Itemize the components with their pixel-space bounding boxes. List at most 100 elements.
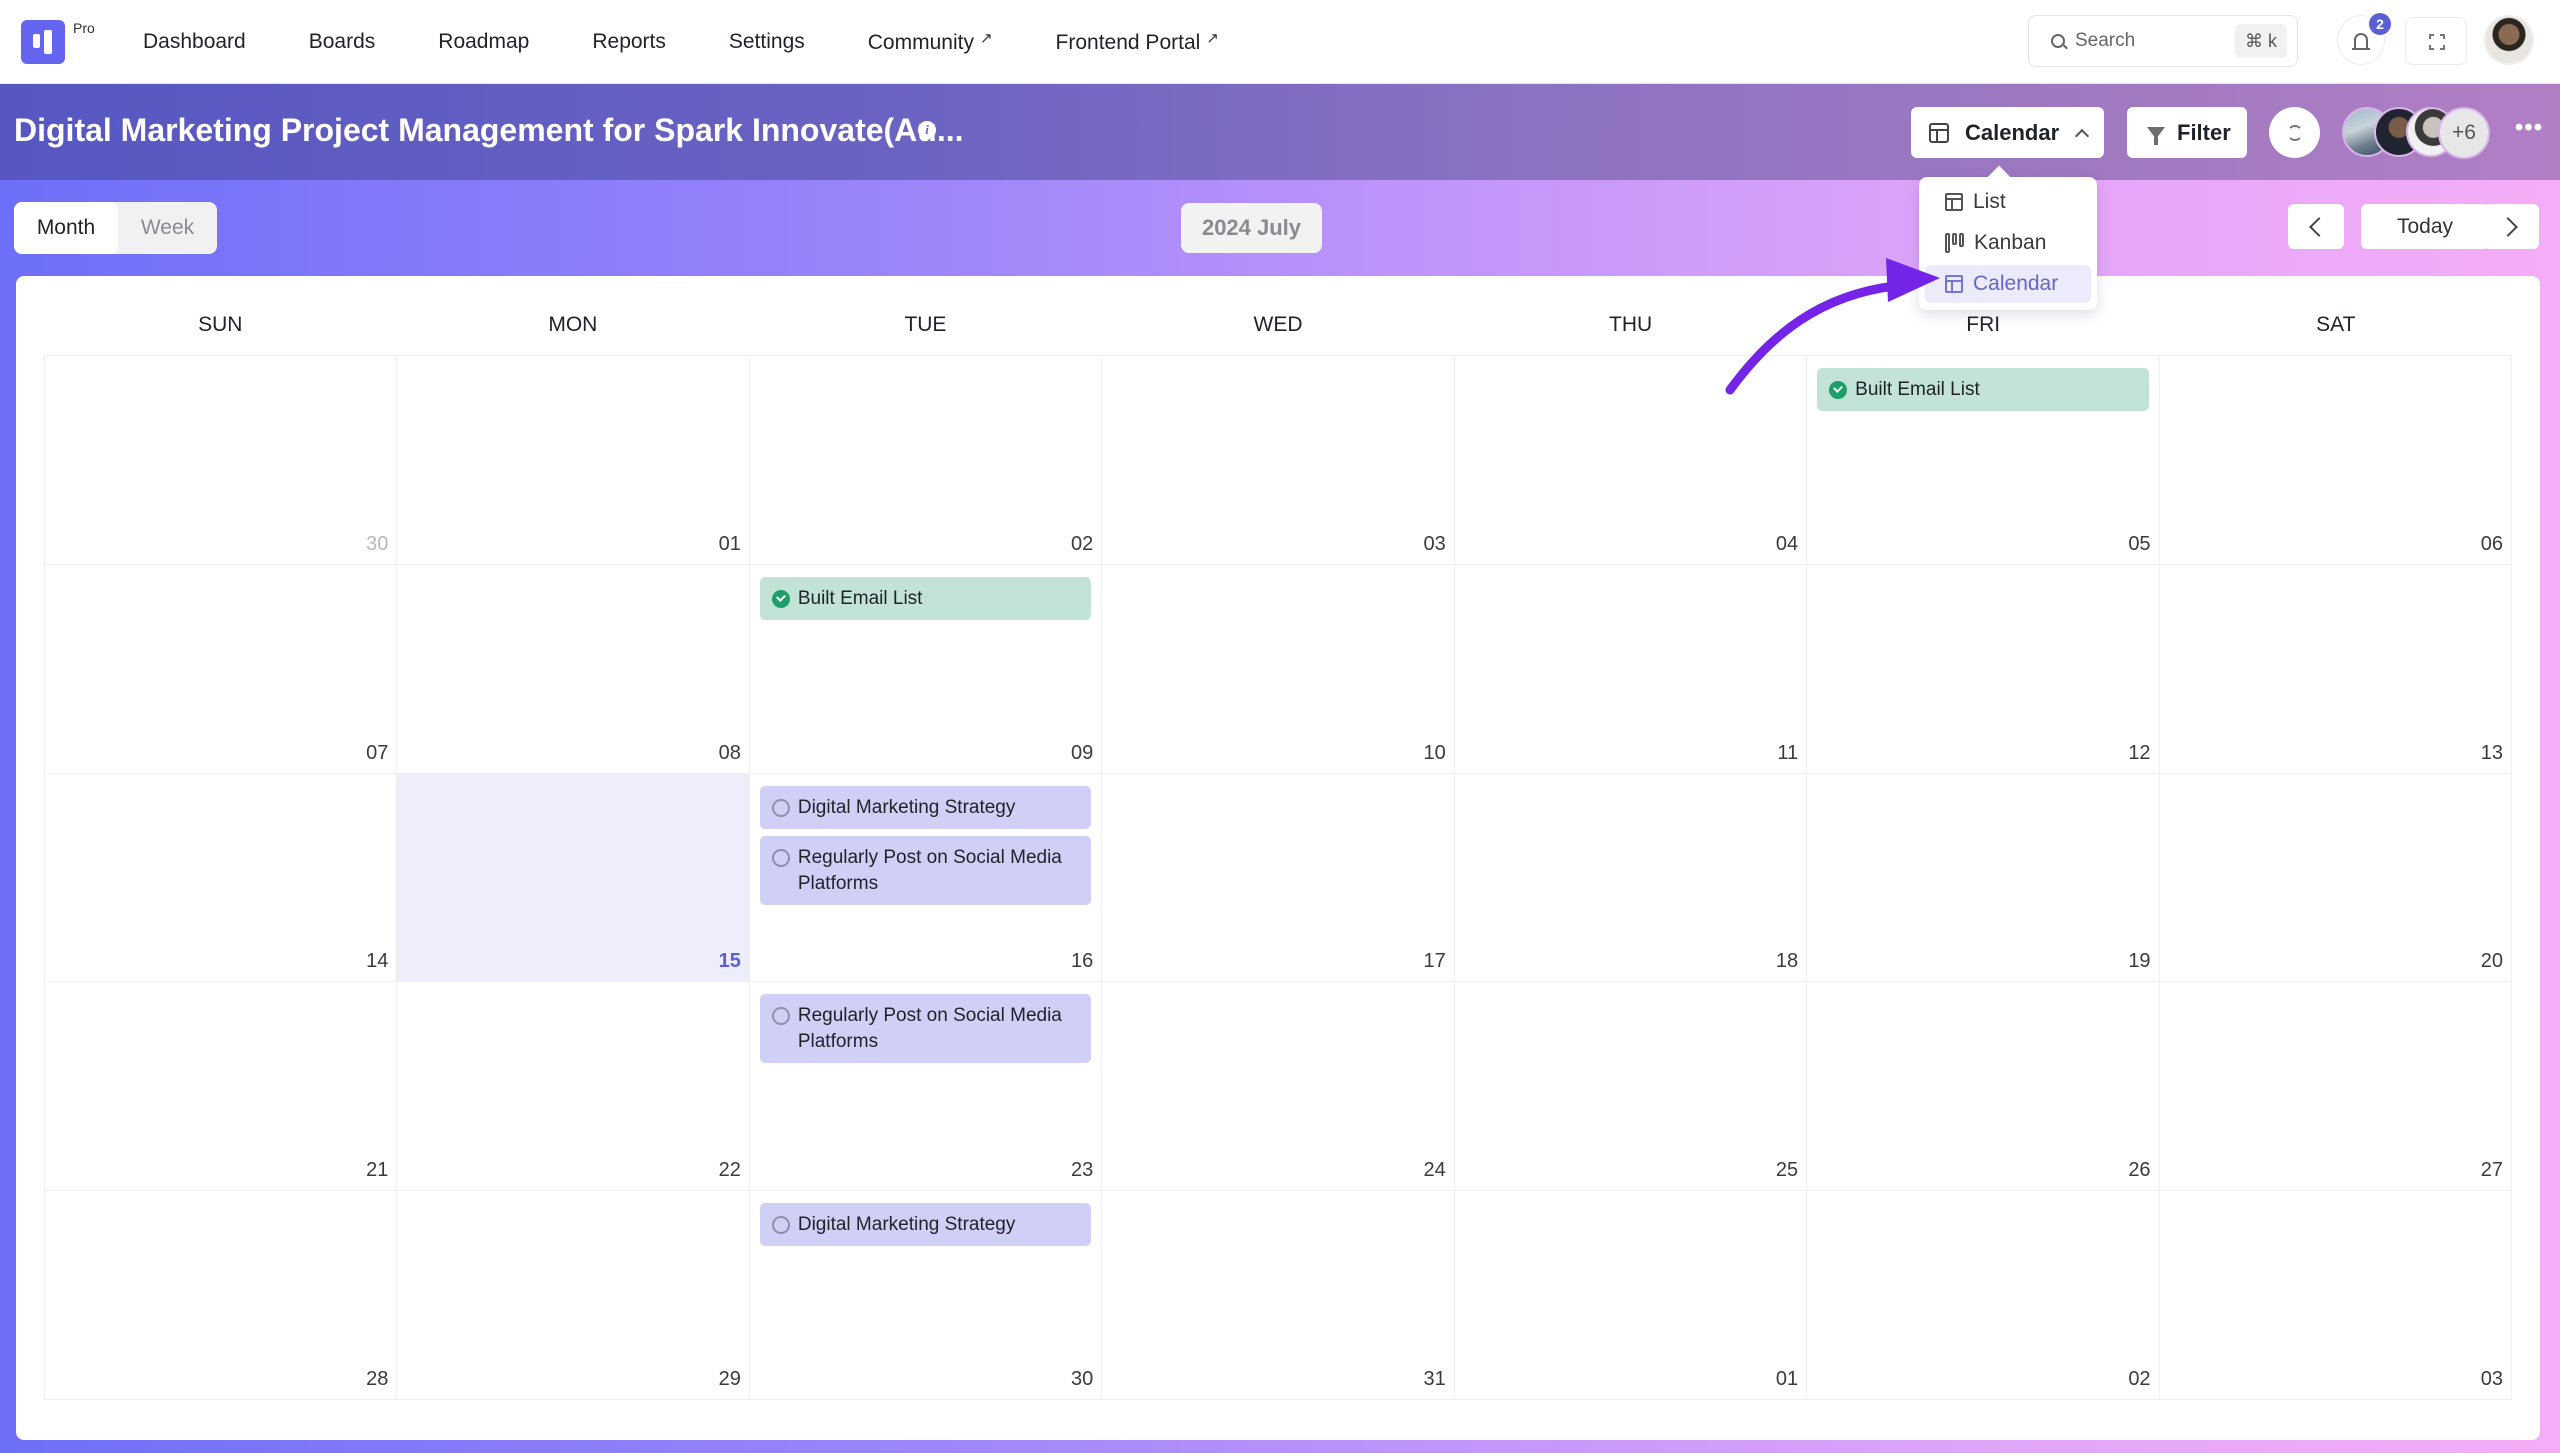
search-input[interactable]: Search ⌘ k xyxy=(2028,15,2298,67)
empty-circle-icon[interactable] xyxy=(771,1216,790,1235)
day-cell[interactable]: Digital Marketing Strategy Regularly Post… xyxy=(749,773,1103,983)
empty-circle-icon[interactable] xyxy=(771,848,790,867)
tab-month[interactable]: Month xyxy=(14,202,118,254)
day-cell[interactable]: 31 xyxy=(1102,1191,1455,1400)
day-cell[interactable]: 27 xyxy=(2159,982,2512,1192)
fullscreen-icon xyxy=(2429,34,2445,50)
day-cell[interactable]: 06 xyxy=(2159,356,2512,565)
day-cell[interactable]: 20 xyxy=(2159,773,2512,983)
view-option-calendar[interactable]: Calendar xyxy=(1925,265,2091,303)
search-shortcut: ⌘ k xyxy=(2234,24,2287,58)
chevron-up-icon xyxy=(2075,128,2090,143)
logo-mark xyxy=(44,30,52,54)
day-cell[interactable]: 13 xyxy=(2159,564,2512,774)
day-cell[interactable]: 01 xyxy=(1454,1191,1808,1400)
day-cell[interactable]: 25 xyxy=(1454,982,1808,1192)
nav-item-label: Dashboard xyxy=(143,30,246,53)
nav-item-dashboard[interactable]: Dashboard xyxy=(143,30,246,54)
check-circle-icon[interactable] xyxy=(1829,381,1848,399)
nav-item-label: Boards xyxy=(308,30,376,53)
nav-item-boards[interactable]: Boards xyxy=(309,30,376,54)
day-cell[interactable]: Built Email List 05 xyxy=(1807,356,2160,565)
day-cell[interactable]: 19 xyxy=(1807,773,2160,983)
day-number: 21 xyxy=(366,1159,389,1182)
day-cell[interactable]: 24 xyxy=(1102,982,1455,1192)
check-circle-icon[interactable] xyxy=(771,589,790,608)
calendar-event[interactable]: Regularly Post on Social Media Platforms xyxy=(759,994,1092,1064)
weekday-mon: MON xyxy=(548,313,598,336)
nav-item-roadmap[interactable]: Roadmap xyxy=(438,30,529,54)
day-cell[interactable]: 29 xyxy=(397,1191,750,1400)
view-option-label: Calendar xyxy=(1973,272,2059,295)
day-cell[interactable]: 08 xyxy=(397,564,750,774)
nav-item-label: Roadmap xyxy=(438,30,530,53)
calendar-area: Month Week 2024 July Today SUN MON TUE WED T… xyxy=(0,180,2560,1453)
day-cell[interactable]: Built Email List 09 xyxy=(749,564,1103,774)
nav-item-frontend-portal[interactable]: Frontend Portal ↗ xyxy=(1056,29,1219,55)
external-link-icon: ↗ xyxy=(979,30,993,47)
nav-item-reports[interactable]: Reports xyxy=(592,30,666,54)
event-title: Built Email List xyxy=(1855,379,1980,400)
layout-icon xyxy=(1945,193,1963,211)
nav-item-community[interactable]: Community ↗ xyxy=(868,29,993,55)
calendar-event[interactable]: Built Email List xyxy=(759,576,1092,620)
view-option-list[interactable]: List xyxy=(1925,183,2091,221)
calendar-event[interactable]: Digital Marketing Strategy xyxy=(759,1203,1092,1247)
event-title: Digital Marketing Strategy xyxy=(797,1214,1016,1236)
plan-badge: Pro xyxy=(73,20,95,36)
day-cell[interactable]: 01 xyxy=(397,356,750,565)
nav-item-settings[interactable]: Settings xyxy=(729,30,805,54)
next-month-button[interactable] xyxy=(2483,204,2539,249)
view-option-kanban[interactable]: Kanban xyxy=(1925,224,2091,262)
page-title: Digital Marketing Project Management for… xyxy=(14,112,964,148)
day-cell[interactable]: 11 xyxy=(1454,564,1808,774)
day-cell[interactable]: 02 xyxy=(749,356,1103,565)
day-cell[interactable]: 14 xyxy=(45,773,398,983)
day-cell[interactable]: Regularly Post on Social Media Platforms… xyxy=(749,982,1103,1192)
day-number: 01 xyxy=(1775,1368,1799,1390)
view-mode-toggle: Month Week xyxy=(14,202,217,254)
day-cell[interactable]: 03 xyxy=(2159,1191,2512,1400)
day-cell[interactable]: 04 xyxy=(1454,356,1808,565)
calendar-event[interactable]: Digital Marketing Strategy xyxy=(759,785,1092,829)
day-cell[interactable]: Digital Marketing Strategy 30 xyxy=(749,1191,1103,1400)
refresh-button[interactable] xyxy=(2269,107,2320,158)
day-cell[interactable]: 30 xyxy=(45,356,398,565)
more-members-badge[interactable]: +6 xyxy=(2438,107,2490,159)
app-logo[interactable] xyxy=(21,20,65,64)
chevron-right-icon xyxy=(2498,216,2518,237)
day-cell[interactable]: 10 xyxy=(1102,564,1455,774)
day-number: 24 xyxy=(1423,1159,1446,1182)
day-cell-today[interactable]: 15 xyxy=(397,773,750,983)
info-icon[interactable]: i xyxy=(918,121,936,139)
empty-circle-icon[interactable] xyxy=(771,798,790,817)
day-cell[interactable]: 18 xyxy=(1454,773,1808,983)
calendar-card: SUN MON TUE WED THU FRI SAT 30 01 02 03 04 Built Em… xyxy=(16,276,2540,1440)
day-cell[interactable]: 07 xyxy=(45,564,398,774)
tab-week[interactable]: Week xyxy=(118,202,217,254)
day-cell[interactable]: 28 xyxy=(45,1191,398,1400)
view-option-label: List xyxy=(1973,190,2006,213)
fullscreen-button[interactable] xyxy=(2405,17,2467,65)
more-options-icon[interactable]: ••• xyxy=(2514,116,2544,144)
empty-circle-icon[interactable] xyxy=(771,1007,790,1026)
weekday-header: SUN MON TUE WED THU FRI SAT xyxy=(44,276,2512,356)
calendar-event[interactable]: Built Email List xyxy=(1817,368,2149,411)
weekday-wed: WED xyxy=(1253,313,1303,336)
day-cell[interactable]: 12 xyxy=(1807,564,2160,774)
current-period-label[interactable]: 2024 July xyxy=(1181,203,1322,253)
filter-button[interactable]: Filter xyxy=(2127,107,2247,158)
day-cell[interactable]: 02 xyxy=(1807,1191,2160,1400)
month-grid: 30 01 02 03 04 Built Email List 05 06 07 08 Built … xyxy=(44,355,2512,1400)
user-avatar[interactable] xyxy=(2484,15,2534,65)
day-cell[interactable]: 26 xyxy=(1807,982,2160,1192)
calendar-event[interactable]: Regularly Post on Social Media Platforms xyxy=(759,835,1092,905)
day-cell[interactable]: 21 xyxy=(45,982,398,1192)
nav-item-label: Reports xyxy=(592,30,666,53)
day-cell[interactable]: 22 xyxy=(397,982,750,1192)
previous-month-button[interactable] xyxy=(2288,204,2344,249)
today-button[interactable]: Today xyxy=(2361,204,2489,249)
view-selector-button[interactable]: Calendar xyxy=(1911,107,2104,158)
day-cell[interactable]: 03 xyxy=(1102,356,1455,565)
day-cell[interactable]: 17 xyxy=(1102,773,1455,983)
